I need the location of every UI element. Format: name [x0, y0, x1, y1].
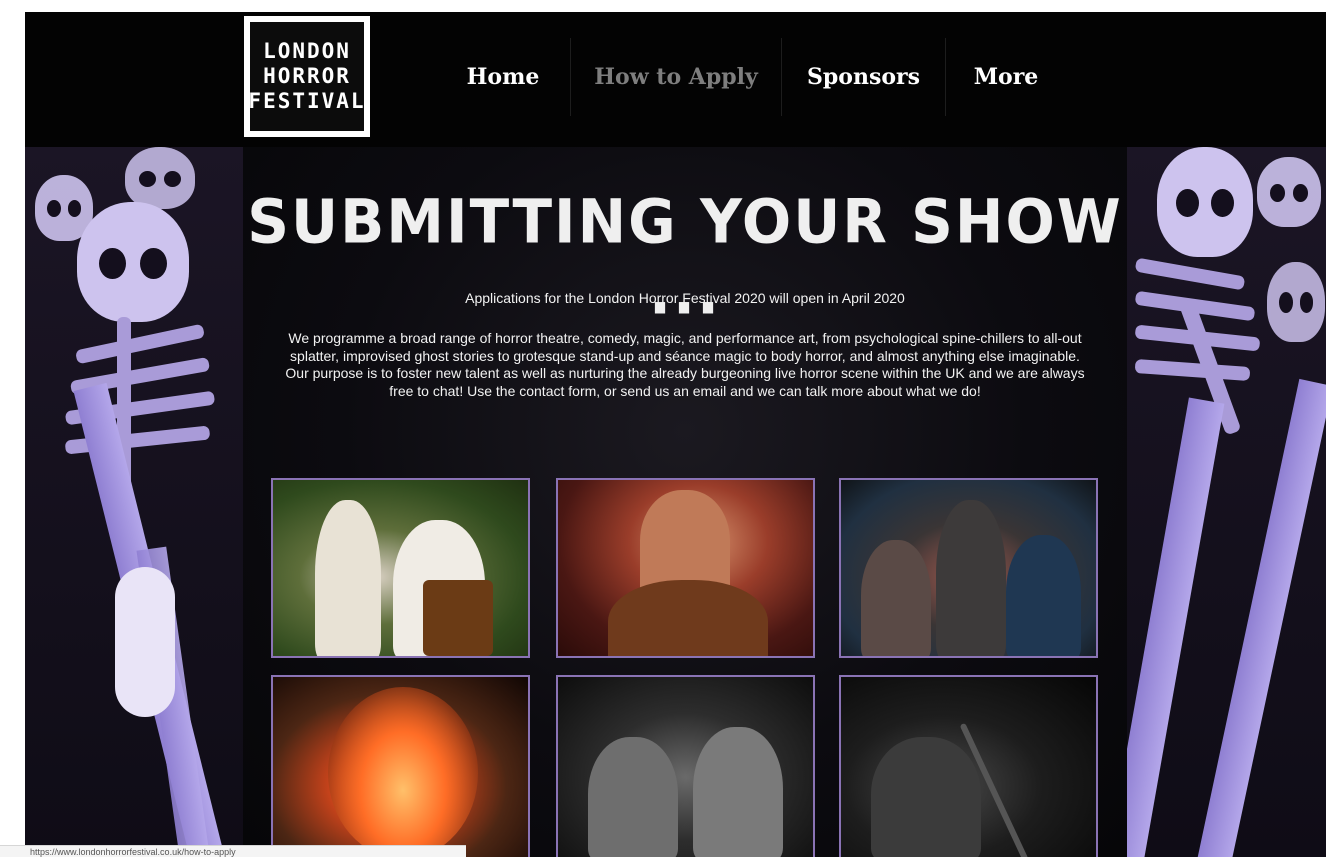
nav-how-to-apply[interactable]: How to Apply: [571, 38, 781, 116]
page-title: SUBMITTING YOUR SHOW ...: [247, 185, 1123, 329]
applications-notice: Applications for the London Horror Festi…: [465, 290, 905, 306]
skull-icon: [1267, 262, 1325, 342]
gallery-photo-microphone-performer[interactable]: [839, 675, 1098, 857]
performer-figure: [588, 737, 678, 857]
right-skeleton-artwork: [1127, 147, 1326, 857]
gallery-photo-bearded-man[interactable]: [556, 478, 815, 658]
content-area: SUBMITTING YOUR SHOW ... Applications fo…: [243, 147, 1127, 857]
left-skeleton-artwork: [25, 147, 243, 857]
site-logo[interactable]: LONDON HORROR FESTIVAL: [244, 16, 370, 137]
site-header: LONDON HORROR FESTIVAL Home How to Apply…: [25, 12, 1326, 147]
logo-mark: LONDON HORROR FESTIVAL: [248, 22, 366, 131]
rib-bone-icon: [1134, 359, 1251, 381]
performer-figure: [861, 540, 931, 656]
gate-spear-icon: [1127, 397, 1225, 857]
skull-icon: [1257, 157, 1321, 227]
nav-sponsors[interactable]: Sponsors: [782, 38, 945, 116]
gallery-photo-ouija-couple[interactable]: [271, 478, 530, 658]
performer-figure: [871, 737, 981, 857]
logo-line-3: FESTIVAL: [248, 89, 366, 113]
skull-icon: [1157, 147, 1253, 257]
hero-section: SUBMITTING YOUR SHOW ... Applications fo…: [25, 147, 1326, 857]
browser-status-url: https://www.londonhorrorfestival.co.uk/h…: [0, 845, 466, 857]
performer-figure: [1006, 535, 1081, 656]
nav-more[interactable]: More: [946, 38, 1066, 116]
skull-icon: [77, 202, 189, 322]
logo-line-2: HORROR: [263, 64, 351, 88]
logo-line-1: LONDON: [263, 39, 351, 63]
intro-paragraph: We programme a broad range of horror the…: [285, 330, 1085, 399]
performer-body: [608, 580, 768, 656]
ouija-board: [423, 580, 493, 656]
performer-figure: [693, 727, 783, 857]
gallery-photo-burning-ouija[interactable]: [271, 675, 530, 857]
skull-icon: [125, 147, 195, 209]
rib-bone-icon: [1134, 257, 1246, 291]
nav-home[interactable]: Home: [435, 38, 571, 116]
rib-bone-icon: [74, 323, 206, 365]
flame-icon: [328, 687, 478, 857]
skeleton-hand-icon: [115, 567, 175, 717]
page-frame: LONDON HORROR FESTIVAL Home How to Apply…: [25, 12, 1326, 857]
gallery-photo-two-women[interactable]: [556, 675, 815, 857]
performer-figure: [315, 500, 381, 656]
performer-figure: [936, 500, 1006, 656]
gallery-photo-hooded-group[interactable]: [839, 478, 1098, 658]
